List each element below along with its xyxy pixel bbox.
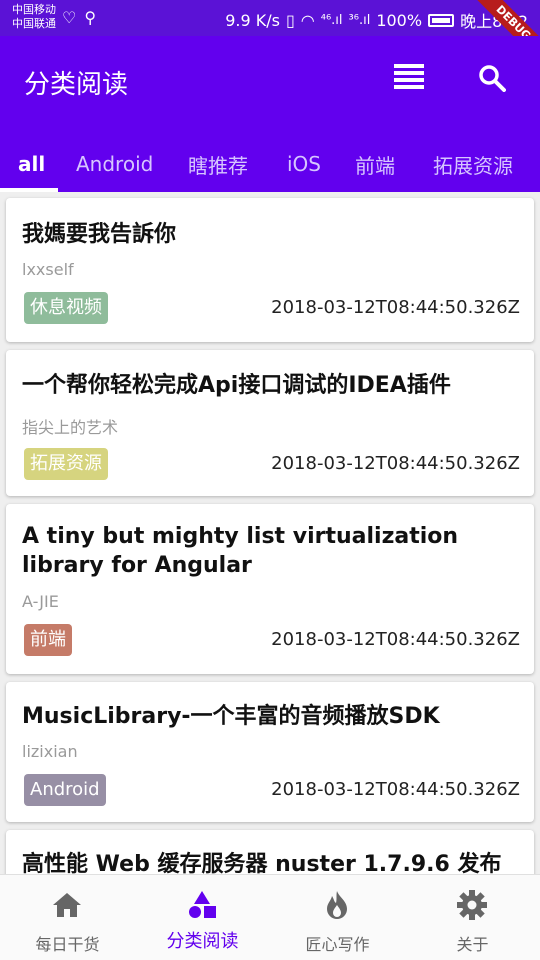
signal-2: ³⁶.ıl — [348, 12, 371, 28]
tab-all[interactable]: all — [18, 136, 45, 192]
carrier-info: 中国移动 中国联通 — [12, 3, 56, 31]
battery-percent: 100% — [376, 10, 423, 30]
page-title: 分类阅读 — [24, 70, 129, 100]
heart-rate-icon: ♡ — [62, 8, 77, 27]
nav-writing[interactable]: 匠心写作 — [270, 875, 405, 960]
nav-daily[interactable]: 每日干货 — [0, 875, 135, 960]
tab-recommend[interactable]: 瞎推荐 — [188, 136, 248, 192]
nav-about[interactable]: 关于 — [405, 875, 540, 960]
article-tag[interactable]: 前端 — [24, 624, 72, 656]
tab-android[interactable]: Android — [76, 136, 153, 192]
article-author: lxxself — [22, 260, 74, 279]
article-card[interactable]: 我媽要我告訴你 lxxself 休息视频 2018-03-12T08:44:50… — [6, 198, 534, 342]
article-author: 指尖上的艺术 — [22, 418, 119, 437]
carrier-1: 中国移动 — [12, 3, 56, 16]
article-card[interactable]: A tiny but mighty list virtualization li… — [6, 504, 534, 674]
article-author: A-JIE — [22, 592, 59, 611]
search-icon[interactable] — [478, 64, 506, 92]
article-tag[interactable]: Android — [24, 774, 106, 806]
tab-ios[interactable]: iOS — [287, 136, 321, 192]
article-date: 2018-03-12T08:44:50.326Z — [271, 779, 520, 800]
vibrate-icon: ▯ — [285, 10, 295, 30]
bottom-navigation: 每日干货 分类阅读 匠心写作 关于 — [0, 874, 540, 960]
article-tag[interactable]: 拓展资源 — [24, 448, 108, 480]
article-title: MusicLibrary-一个丰富的音频播放SDK — [22, 704, 440, 729]
wifi-icon: ◠ — [300, 10, 315, 30]
article-title: 一个帮你轻松完成Api接口调试的IDEA插件 — [22, 373, 451, 398]
app-bar: 分类阅读 all Android 瞎推荐 iOS 前端 拓展资源 — [0, 36, 540, 192]
tab-indicator — [0, 188, 58, 192]
nav-category[interactable]: 分类阅读 — [135, 875, 270, 960]
category-tabs: all Android 瞎推荐 iOS 前端 拓展资源 — [0, 136, 540, 192]
nav-label: 关于 — [456, 935, 489, 954]
home-icon — [53, 893, 81, 917]
nav-label: 分类阅读 — [166, 931, 239, 952]
usb-icon: ⚲ — [84, 8, 97, 27]
article-title: A tiny but mighty list virtualization li… — [22, 524, 459, 578]
article-card[interactable]: MusicLibrary-一个丰富的音频播放SDK lizixian Andro… — [6, 682, 534, 822]
article-author: lizixian — [22, 742, 78, 761]
net-speed: 9.9 K/s — [225, 10, 280, 30]
article-date: 2018-03-12T08:44:50.326Z — [271, 297, 520, 318]
article-date: 2018-03-12T08:44:50.326Z — [271, 453, 520, 474]
nav-label: 匠心写作 — [305, 935, 370, 954]
tab-frontend[interactable]: 前端 — [355, 136, 395, 192]
article-card[interactable]: 一个帮你轻松完成Api接口调试的IDEA插件 指尖上的艺术 拓展资源 2018-… — [6, 350, 534, 496]
status-right: 9.9 K/s ▯ ◠ ⁴⁶.ıl ³⁶.ıl 100% 晚上8:52 — [225, 8, 528, 32]
tab-extend-resources[interactable]: 拓展资源 — [433, 136, 513, 192]
gear-icon — [457, 890, 487, 920]
list-view-icon[interactable] — [394, 64, 424, 90]
flame-icon — [327, 891, 347, 919]
status-bar: 中国移动 中国联通 ♡ ⚲ 9.9 K/s ▯ ◠ ⁴⁶.ıl ³⁶.ıl 10… — [0, 0, 540, 69]
article-title: 我媽要我告訴你 — [22, 222, 177, 247]
category-icon — [189, 891, 216, 918]
carrier-2: 中国联通 — [12, 17, 56, 30]
article-date: 2018-03-12T08:44:50.326Z — [271, 629, 520, 650]
nav-label: 每日干货 — [35, 935, 100, 954]
article-tag[interactable]: 休息视频 — [24, 292, 108, 324]
signal-1: ⁴⁶.ıl — [320, 12, 343, 28]
battery-icon — [428, 13, 455, 27]
